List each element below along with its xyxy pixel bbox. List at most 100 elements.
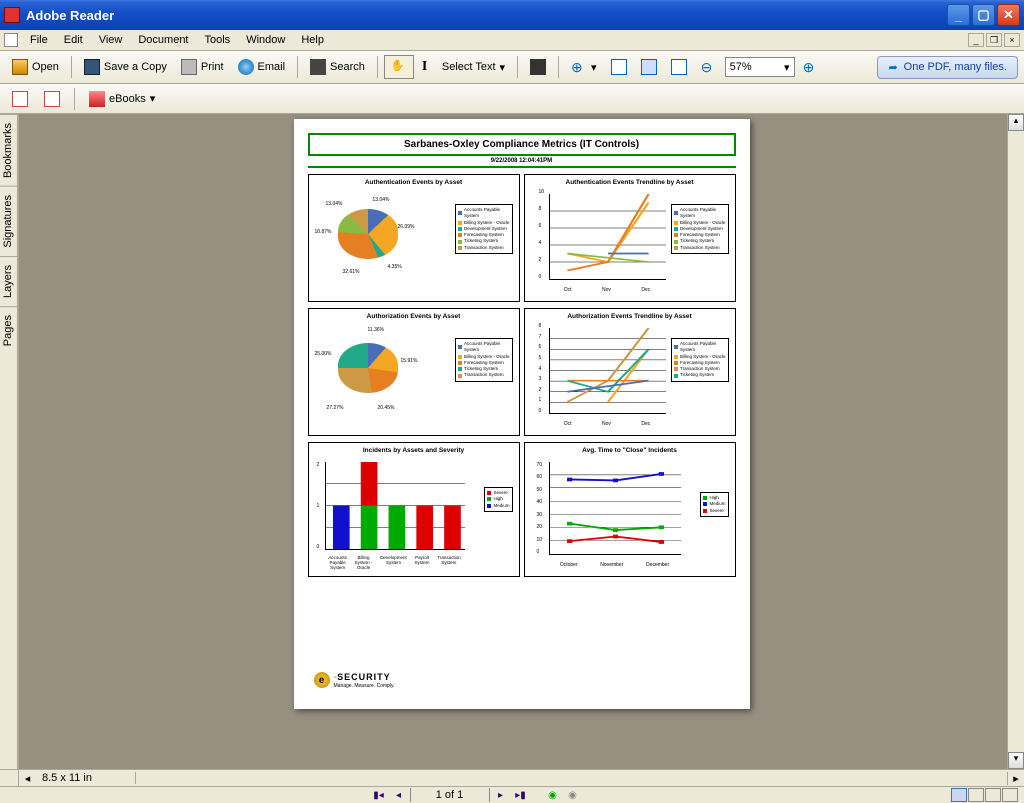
chart-auth-events-trend: Authentication Events Trendline by Asset [524,174,736,302]
sidebar-tab-bookmarks[interactable]: Bookmarks [0,114,17,186]
envelope-icon [238,59,254,75]
pdf-page: Sarbanes-Oxley Compliance Metrics (IT Co… [294,119,750,709]
ebooks-icon [89,91,105,107]
fit-width-icon [671,59,687,75]
document-area[interactable]: Sarbanes-Oxley Compliance Metrics (IT Co… [19,114,1024,769]
last-page-button[interactable]: ▸▮ [512,788,530,802]
scroll-left-button[interactable]: ◂ [19,772,36,785]
print-button[interactable]: Print [175,56,230,78]
text-cursor-icon: I [422,59,438,75]
mdi-restore-button[interactable]: ❐ [986,33,1002,47]
close-button[interactable]: ✕ [997,4,1020,26]
scroll-up-button[interactable]: ▴ [1008,114,1024,131]
chevron-down-icon: ▾ [150,92,156,105]
zoom-in-plus-button[interactable]: ⊕ [797,56,825,78]
chevron-down-icon: ▾ [500,61,506,74]
zoom-out-button[interactable]: ⊖ [695,56,723,78]
continuous-facing-view-button[interactable] [1002,788,1018,802]
chart-legend: Accounts PayableSystem Billing System - … [671,338,729,382]
menu-document[interactable]: Document [130,32,196,48]
chart-legend: High Medium Severe [700,492,728,517]
report-title: Sarbanes-Oxley Compliance Metrics (IT Co… [308,133,736,156]
hand-tool-button[interactable]: ✋ [384,55,414,79]
company-logo: e -SECURITY Manage. Measure. Comply. [314,671,395,689]
menu-view[interactable]: View [91,32,131,48]
secondary-toolbar: eBooks▾ [0,84,1024,114]
hand-icon: ✋ [391,59,407,75]
app-icon [4,7,20,23]
back-button[interactable]: ◉ [544,788,562,802]
save-copy-button[interactable]: Save a Copy [78,56,173,78]
actual-size-button[interactable] [605,56,633,78]
menu-help[interactable]: Help [293,32,332,48]
navigation-bar: ▮◂ ◂ 1 of 1 ▸ ▸▮ ◉ ◉ [0,786,1024,803]
menu-bar: File Edit View Document Tools Window Hel… [0,30,1024,51]
next-page-button[interactable]: ▸ [492,788,510,802]
help-bubble[interactable]: ➦One PDF, many files. [877,56,1018,79]
select-text-button[interactable]: ISelect Text▾ [416,56,511,78]
continuous-view-button[interactable] [968,788,984,802]
forward-button[interactable]: ◉ [564,788,582,802]
first-page-button[interactable]: ▮◂ [370,788,388,802]
chart-auth-events-pie: Authentication Events by Asset 26.09% 4.… [308,174,520,302]
report-date: 9/22/2008 12:04:41PM [308,158,736,168]
page-icon [611,59,627,75]
open-button[interactable]: Open [6,56,65,78]
fit-page-button[interactable] [635,56,663,78]
snapshot-button[interactable] [524,56,552,78]
fit-page-icon [641,59,657,75]
chart-legend: Accounts PayableSystem Billing System - … [455,204,513,254]
menu-window[interactable]: Window [238,32,293,48]
export-button[interactable] [6,88,34,110]
import-icon [44,91,60,107]
menu-file[interactable]: File [22,32,56,48]
arrow-icon: ➦ [888,61,897,74]
fit-width-button[interactable] [665,56,693,78]
printer-icon [181,59,197,75]
logo-icon: e [314,672,330,688]
plus-icon: ⊕ [803,59,819,75]
chart-incidents-bar: Incidents by Assets and Severity [308,442,520,577]
sidebar-tabs: Bookmarks Signatures Layers Pages [0,114,19,769]
export-icon [12,91,28,107]
sidebar-tab-pages[interactable]: Pages [0,306,17,354]
search-button[interactable]: Search [304,56,371,78]
document-icon [4,33,18,47]
email-button[interactable]: Email [232,56,292,78]
page-number[interactable]: 1 of 1 [410,788,490,802]
camera-icon [530,59,546,75]
sidebar-tab-layers[interactable]: Layers [0,256,17,306]
facing-view-button[interactable] [985,788,1001,802]
prev-page-button[interactable]: ◂ [390,788,408,802]
minimize-button[interactable]: _ [947,4,970,26]
status-bar: ◂ 8.5 x 11 in ▸ [0,769,1024,786]
mdi-minimize-button[interactable]: _ [968,33,984,47]
floppy-disk-icon [84,59,100,75]
view-mode-buttons [951,788,1024,802]
folder-open-icon [12,59,28,75]
single-page-view-button[interactable] [951,788,967,802]
window-title: Adobe Reader [26,8,945,23]
menu-tools[interactable]: Tools [197,32,239,48]
maximize-button[interactable]: ▢ [972,4,995,26]
chart-authz-events-trend: Authorization Events Trendline by Asset [524,308,736,436]
scroll-right-button[interactable]: ▸ [1007,772,1024,785]
main-toolbar: Open Save a Copy Print Email Search ✋ IS… [0,51,1024,84]
zoom-in-button[interactable]: ⊕▾ [565,56,603,78]
chart-legend: Accounts PayableSystem Billing System - … [455,338,513,382]
chart-legend: Accounts PayableSystem Billing System - … [671,204,729,254]
sidebar-tab-signatures[interactable]: Signatures [0,186,17,256]
import-button[interactable] [38,88,66,110]
vertical-scrollbar[interactable]: ▴ ▾ [1007,114,1024,769]
ebooks-button[interactable]: eBooks▾ [83,88,161,110]
window-titlebar: Adobe Reader _ ▢ ✕ [0,0,1024,30]
zoom-level-input[interactable]: 57%▾ [725,57,795,77]
mdi-close-button[interactable]: × [1004,33,1020,47]
page-dimensions: 8.5 x 11 in [36,772,136,784]
binoculars-icon [310,59,326,75]
chevron-down-icon: ▾ [784,61,790,74]
menu-edit[interactable]: Edit [56,32,91,48]
scroll-down-button[interactable]: ▾ [1008,752,1024,769]
chart-authz-events-pie: Authorization Events by Asset 11.36% 15.… [308,308,520,436]
zoom-out-icon: ⊖ [701,59,717,75]
